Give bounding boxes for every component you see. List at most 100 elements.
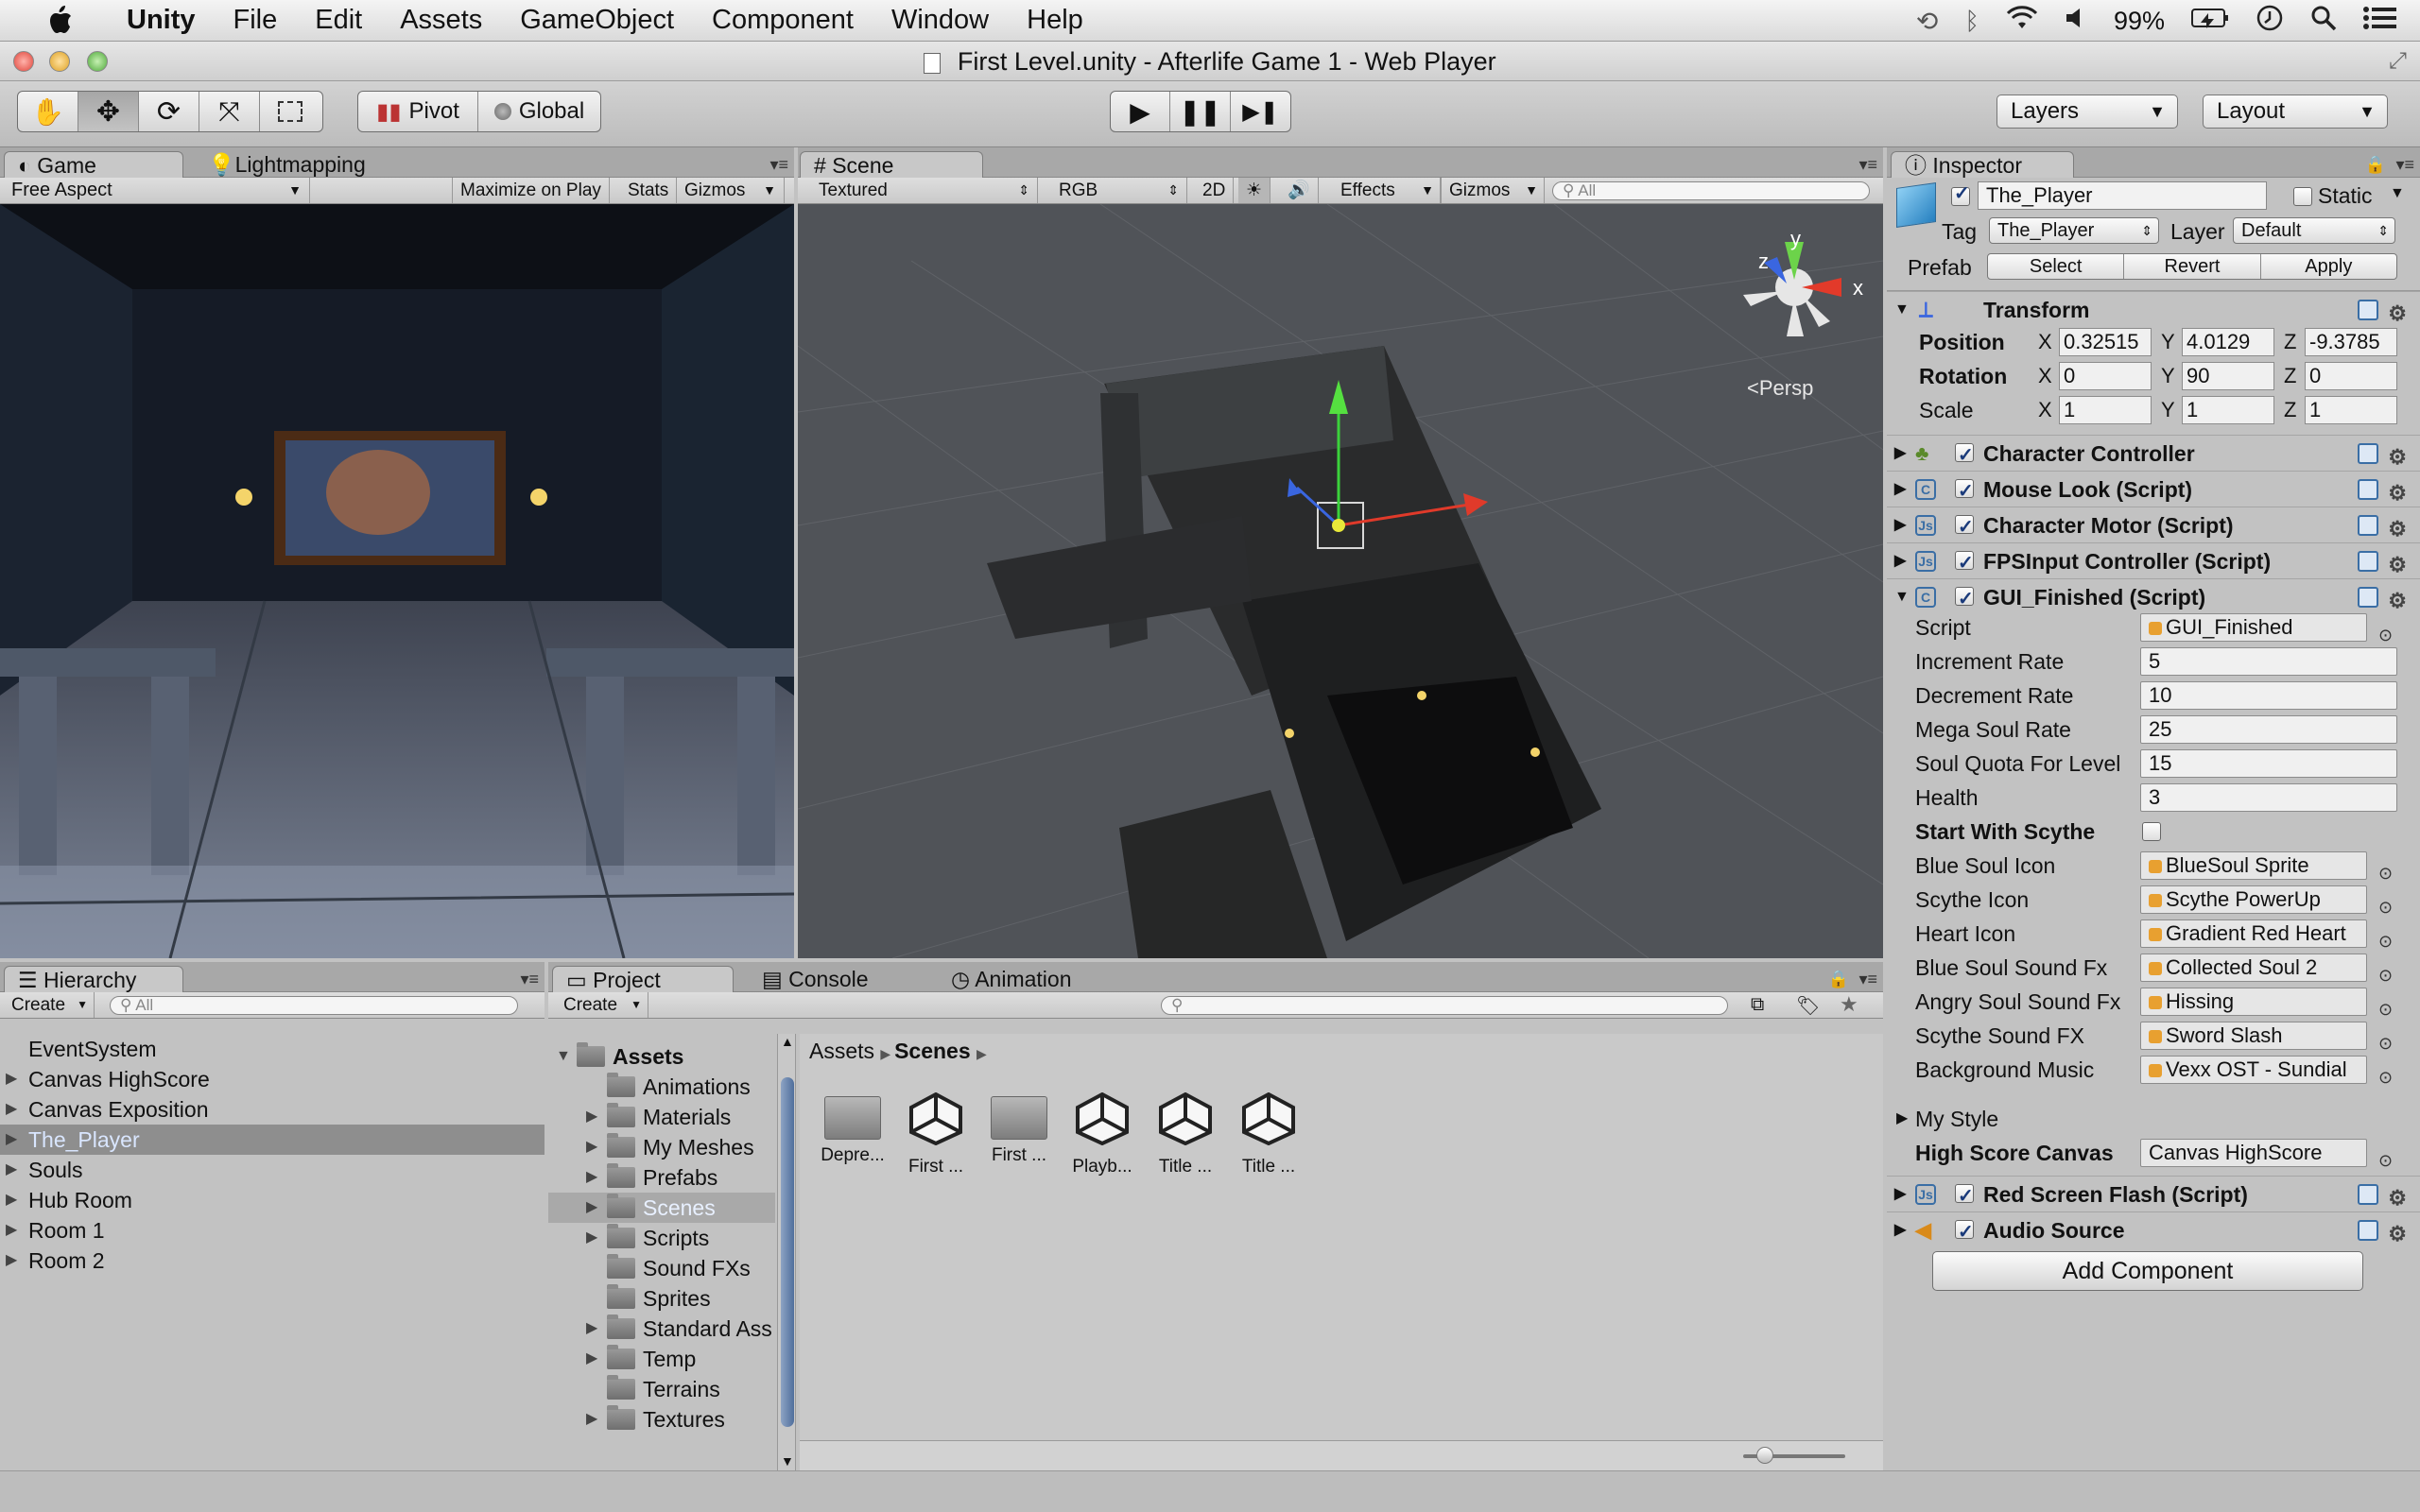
help-icon[interactable]	[2358, 300, 2378, 320]
transform-scale-z-field[interactable]: 1	[2305, 396, 2397, 424]
menu-edit[interactable]: Edit	[315, 5, 362, 36]
component-enabled-checkbox[interactable]	[1955, 545, 1974, 581]
rect-tool-button[interactable]	[260, 92, 320, 131]
foldout-closed-icon[interactable]: ▶	[6, 1246, 17, 1276]
fullscreen-icon[interactable]: ⤢	[2389, 42, 2407, 81]
asset-item[interactable]: Title ...	[1229, 1091, 1308, 1194]
menu-help[interactable]: Help	[1027, 5, 1083, 36]
high-score-field[interactable]: Canvas HighScore	[2140, 1139, 2367, 1167]
persp-toggle[interactable]: <Persp	[1747, 376, 1813, 401]
project-folder-item[interactable]: ▶ Temp	[548, 1344, 775, 1374]
audio-toggle[interactable]: 🔊	[1280, 178, 1319, 203]
foldout-closed-icon[interactable]: ▶	[586, 1132, 599, 1162]
gui-field-value[interactable]: Vexx OST - Sundial	[2140, 1056, 2367, 1084]
lighting-toggle[interactable]: ☀	[1238, 178, 1271, 203]
my-style-foldout[interactable]: ▶ My Style	[1887, 1102, 2420, 1136]
gui-field-value[interactable]: 3	[2140, 783, 2397, 812]
asset-item[interactable]: Playb...	[1063, 1091, 1142, 1194]
panel-menu-icon[interactable]: ▾≡	[1858, 155, 1877, 175]
project-create-dropdown[interactable]: Create ▼	[556, 992, 648, 1018]
rotate-tool-button[interactable]: ⟳	[139, 92, 199, 131]
scale-tool-button[interactable]: ⤧	[199, 92, 260, 131]
tab-console[interactable]: ▤ Console	[749, 966, 881, 992]
rgb-dropdown[interactable]: RGB ⇕	[1051, 178, 1187, 203]
breadcrumb-scenes[interactable]: Scenes	[894, 1039, 971, 1063]
foldout-closed-icon[interactable]: ▶	[6, 1094, 17, 1125]
pause-button[interactable]: ❚❚	[1170, 92, 1232, 131]
layer-dropdown[interactable]: Default ⇕	[2233, 217, 2395, 244]
foldout-closed-icon[interactable]: ▶	[586, 1314, 599, 1344]
zoom-window-button[interactable]	[87, 51, 108, 72]
project-folder-item[interactable]: Animations	[548, 1072, 775, 1102]
foldout-closed-icon[interactable]: ▶	[6, 1155, 17, 1185]
project-search-input[interactable]: ⚲	[1161, 996, 1728, 1015]
tab-project[interactable]: ▭ Project	[552, 966, 734, 992]
transform-rotation-z-field[interactable]: 0	[2305, 362, 2397, 390]
foldout-closed-icon[interactable]: ▶	[586, 1102, 599, 1132]
volume-icon[interactable]	[2065, 7, 2087, 36]
menu-unity[interactable]: Unity	[127, 5, 196, 36]
scroll-up-icon[interactable]: ▲	[781, 1034, 794, 1049]
audio-source-header[interactable]: ▶ ◀ Audio Source ⚙	[1887, 1211, 2420, 1250]
gui-field-value[interactable]: Sword Slash	[2140, 1022, 2367, 1050]
asset-item[interactable]: Title ...	[1146, 1091, 1225, 1194]
project-folder-item[interactable]: Sound FXs	[548, 1253, 775, 1283]
menu-window[interactable]: Window	[891, 5, 989, 36]
foldout-closed-icon[interactable]: ▶	[6, 1064, 17, 1094]
breadcrumb-assets[interactable]: Assets	[809, 1039, 874, 1063]
step-button[interactable]: ▶❚	[1231, 92, 1290, 131]
foldout-closed-icon[interactable]: ▶	[586, 1162, 599, 1193]
foldout-closed-icon[interactable]: ▶	[6, 1125, 17, 1155]
gear-icon[interactable]: ⚙	[2388, 1216, 2407, 1252]
foldout-closed-icon[interactable]: ▶	[586, 1193, 599, 1223]
active-checkbox[interactable]	[1951, 181, 1970, 206]
panel-menu-icon[interactable]: ▾≡	[1858, 970, 1877, 989]
start-with-scythe-checkbox[interactable]	[2142, 822, 2161, 841]
gui-field-value[interactable]: BlueSoul Sprite	[2140, 851, 2367, 880]
hierarchy-item[interactable]: ▶ Room 2	[0, 1246, 544, 1276]
add-component-button[interactable]: Add Component	[1932, 1251, 2363, 1291]
hierarchy-item[interactable]: ▶ Room 1	[0, 1215, 544, 1246]
asset-item[interactable]: Depre...	[813, 1091, 892, 1194]
tree-scrollbar[interactable]: ▲ ▼	[777, 1034, 796, 1470]
menu-assets[interactable]: Assets	[400, 5, 482, 36]
project-folder-item[interactable]: ▶ Scripts	[548, 1223, 775, 1253]
project-folder-item[interactable]: ▼ Assets	[548, 1041, 775, 1072]
tab-lightmapping[interactable]: 💡Lightmapping	[195, 151, 403, 178]
gui-field-value[interactable]: 15	[2140, 749, 2397, 778]
play-button[interactable]: ▶	[1111, 92, 1171, 131]
tree-scrollbar-thumb[interactable]	[781, 1077, 794, 1427]
panel-menu-icon[interactable]: ▾≡	[769, 155, 788, 175]
help-icon[interactable]	[2358, 1220, 2378, 1241]
component-enabled-checkbox[interactable]	[1955, 1178, 1974, 1214]
gui-field-value[interactable]: 10	[2140, 681, 2397, 710]
project-folder-item[interactable]: Terrains	[548, 1374, 775, 1404]
aspect-dropdown[interactable]: Free Aspect ▼	[4, 178, 310, 203]
gui-field-value[interactable]: GUI_Finished	[2140, 613, 2367, 642]
gui-field-value[interactable]: Gradient Red Heart	[2140, 919, 2367, 948]
hierarchy-create-dropdown[interactable]: Create ▼	[4, 992, 95, 1018]
gui-field-value[interactable]: 5	[2140, 647, 2397, 676]
2d-toggle[interactable]: 2D	[1195, 178, 1235, 203]
game-viewport[interactable]	[0, 204, 794, 958]
hierarchy-item[interactable]: ▶ The_Player	[0, 1125, 544, 1155]
component-enabled-checkbox[interactable]	[1955, 438, 1974, 473]
menu-component[interactable]: Component	[712, 5, 854, 36]
gui-field-value[interactable]: Scythe PowerUp	[2140, 885, 2367, 914]
component-enabled-checkbox[interactable]	[1955, 581, 1974, 617]
minimize-window-button[interactable]	[49, 51, 70, 72]
component-enabled-checkbox[interactable]	[1955, 509, 1974, 545]
effects-dropdown[interactable]: Effects ▼	[1333, 178, 1441, 203]
transform-position-y-field[interactable]: 4.0129	[2182, 328, 2274, 356]
gui-field-value[interactable]: Collected Soul 2	[2140, 954, 2367, 982]
component-header[interactable]: ▶JsCharacter Motor (Script)⚙	[1887, 507, 2420, 545]
panel-menu-icon[interactable]: ▾≡	[2395, 155, 2414, 175]
asset-size-slider-thumb[interactable]	[1756, 1447, 1773, 1464]
gizmos-toggle[interactable]: Gizmos ▼	[677, 178, 785, 203]
tab-animation[interactable]: ◷ Animation	[938, 966, 1117, 992]
move-tool-button[interactable]: ✥	[78, 92, 139, 131]
transform-scale-y-field[interactable]: 1	[2182, 396, 2274, 424]
tab-inspector[interactable]: ⓘ Inspector	[1891, 151, 2074, 178]
filter-by-label-icon[interactable]: 🏷	[1796, 994, 1820, 1018]
help-icon[interactable]	[2358, 551, 2378, 572]
